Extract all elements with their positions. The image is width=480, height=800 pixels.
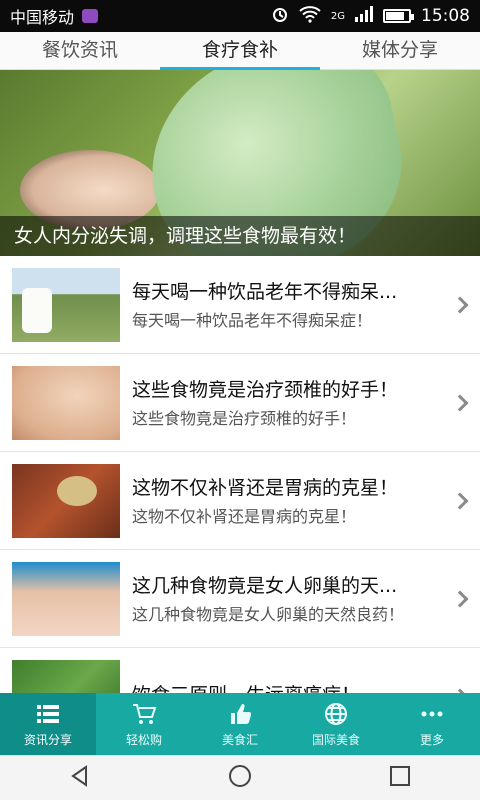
article-text: 每天喝一种饮品老年不得痴呆... 每天喝一种饮品老年不得痴呆症！: [132, 277, 468, 332]
article-summary: 这几种食物竟是女人卵巢的天然良药！: [132, 605, 405, 624]
article-title: 饮食三原则一生远离癌症！: [132, 680, 438, 693]
article-thumbnail: [12, 365, 120, 440]
battery-icon: [383, 9, 414, 23]
nav-label: 更多: [419, 732, 444, 747]
back-triangle-icon: [71, 765, 87, 787]
article-title: 这物不仅补肾还是胃病的克星！: [132, 477, 399, 499]
article-text: 饮食三原则一生远离癌症！: [132, 680, 468, 693]
signal-icon: [355, 6, 373, 26]
nav-easy-buy[interactable]: 轻松购: [96, 693, 192, 755]
list-item[interactable]: 每天喝一种饮品老年不得痴呆... 每天喝一种饮品老年不得痴呆症！: [0, 256, 480, 354]
carrier-name: 中国移动: [10, 8, 75, 27]
nav-food-collection[interactable]: 美食汇: [192, 693, 288, 755]
article-summary: 这些食物竟是治疗颈椎的好手！: [132, 409, 357, 428]
clock: 15:08: [421, 6, 470, 26]
category-tabs: 餐饮资讯 食疗食补 媒体分享: [0, 32, 480, 70]
article-text: 这物不仅补肾还是胃病的克星！ 这物不仅补肾还是胃病的克星！: [132, 473, 468, 528]
article-thumbnail: [12, 267, 120, 342]
tab-dining-news[interactable]: 餐饮资讯: [0, 32, 160, 69]
gallery-notification-icon: [82, 9, 99, 23]
globe-icon: [323, 701, 349, 727]
article-thumbnail: [12, 659, 120, 693]
article-text: 这几种食物竟是女人卵巢的天... 这几种食物竟是女人卵巢的天然良药！: [132, 571, 468, 626]
carrier-group: 中国移动: [10, 4, 99, 28]
status-icons: 2G 15:08: [271, 5, 470, 27]
featured-banner[interactable]: 女人内分泌失调，调理这些食物最有效！: [0, 70, 480, 256]
article-title: 每天喝一种饮品老年不得痴呆...: [132, 281, 398, 303]
alarm-icon: [271, 5, 289, 27]
nav-label: 国际美食: [311, 732, 360, 747]
nav-news-share[interactable]: 资讯分享: [0, 693, 96, 755]
list-item[interactable]: 这物不仅补肾还是胃病的克星！ 这物不仅补肾还是胃病的克星！: [0, 452, 480, 550]
nav-label: 美食汇: [221, 732, 258, 747]
article-summary: 每天喝一种饮品老年不得痴呆症！: [132, 311, 373, 330]
home-circle-icon: [229, 765, 251, 787]
back-button[interactable]: [67, 763, 93, 793]
recents-button[interactable]: [387, 763, 413, 793]
status-bar: 中国移动 2G 15:08: [0, 0, 480, 32]
banner-caption: 女人内分泌失调，调理这些食物最有效！: [0, 216, 480, 256]
nav-label: 资讯分享: [23, 732, 72, 747]
article-title: 这些食物竟是治疗颈椎的好手！: [132, 379, 399, 401]
system-navigation-bar: [0, 755, 480, 800]
nav-international-food[interactable]: 国际美食: [288, 693, 384, 755]
article-list: 每天喝一种饮品老年不得痴呆... 每天喝一种饮品老年不得痴呆症！ 这些食物竟是治…: [0, 256, 480, 693]
bottom-navigation: 资讯分享 轻松购 美食汇 国际美食 更多: [0, 693, 480, 755]
article-summary: 这物不仅补肾还是胃病的克星！: [132, 507, 357, 526]
nav-more[interactable]: 更多: [384, 693, 480, 755]
list-item[interactable]: 饮食三原则一生远离癌症！: [0, 648, 480, 693]
list-icon: [35, 701, 61, 727]
list-item[interactable]: 这些食物竟是治疗颈椎的好手！ 这些食物竟是治疗颈椎的好手！: [0, 354, 480, 452]
article-title: 这几种食物竟是女人卵巢的天...: [132, 575, 398, 597]
tab-food-therapy[interactable]: 食疗食补: [160, 32, 320, 70]
thumbs-up-icon: [227, 701, 253, 727]
more-icon: [419, 701, 445, 727]
tab-media-share[interactable]: 媒体分享: [320, 32, 480, 69]
recents-square-icon: [390, 766, 410, 786]
list-item[interactable]: 这几种食物竟是女人卵巢的天... 这几种食物竟是女人卵巢的天然良药！: [0, 550, 480, 648]
cart-icon: [131, 701, 157, 727]
network-type: 2G: [330, 10, 345, 22]
home-button[interactable]: [227, 763, 253, 793]
wifi-icon: [299, 5, 321, 27]
article-thumbnail: [12, 463, 120, 538]
article-text: 这些食物竟是治疗颈椎的好手！ 这些食物竟是治疗颈椎的好手！: [132, 375, 468, 430]
article-thumbnail: [12, 561, 120, 636]
nav-label: 轻松购: [125, 732, 162, 747]
